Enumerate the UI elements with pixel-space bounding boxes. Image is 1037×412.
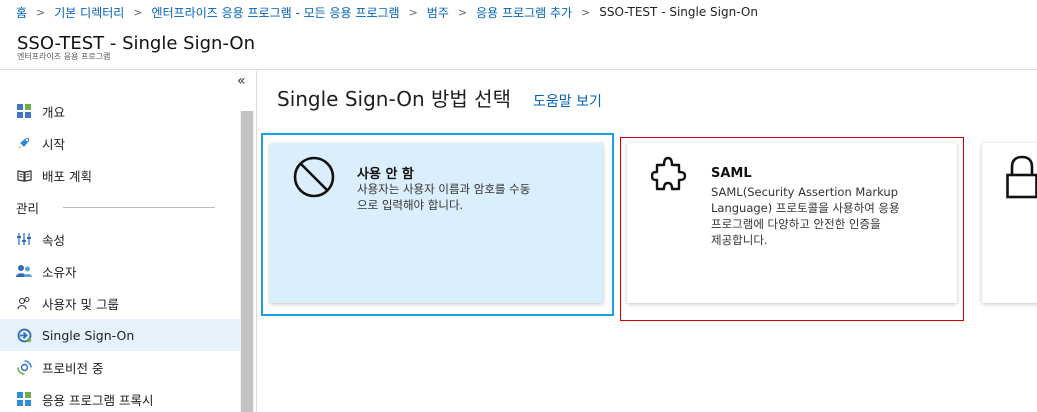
breadcrumb-categories[interactable]: 범주 bbox=[427, 4, 449, 21]
breadcrumb-add-app[interactable]: 응용 프로그램 추가 bbox=[476, 4, 572, 21]
main-title-row: Single Sign-On 방법 선택 도움말 보기 bbox=[277, 83, 602, 112]
book-icon bbox=[16, 167, 32, 183]
sidebar-item-properties[interactable]: 속성 bbox=[0, 223, 240, 255]
sidebar-item-label: Single Sign-On bbox=[42, 327, 135, 343]
breadcrumb: 홈 > 기본 디렉터리 > 엔터프라이즈 응용 프로그램 - 모든 응용 프로그… bbox=[0, 0, 1037, 24]
card-saml-description: SAML(Security Assertion Markup Language)… bbox=[711, 184, 900, 248]
lock-icon bbox=[1006, 155, 1037, 203]
properties-icon bbox=[16, 231, 32, 247]
main-title: Single Sign-On 방법 선택 bbox=[277, 87, 511, 111]
main-content: Single Sign-On 방법 선택 도움말 보기 사용 안 함 사용자는 … bbox=[258, 71, 1037, 412]
owners-icon bbox=[16, 263, 32, 279]
breadcrumb-separator: > bbox=[133, 5, 143, 19]
sidebar-item-single-sign-on[interactable]: Single Sign-On bbox=[0, 319, 240, 351]
sidebar-item-label: 프로비전 중 bbox=[42, 360, 104, 376]
card-description-line: 프로그램에 다양하고 안전한 인증을 bbox=[711, 217, 881, 231]
breadcrumb-directory[interactable]: 기본 디렉터리 bbox=[54, 4, 124, 21]
sidebar-item-label: 응용 프로그램 프록시 bbox=[42, 392, 154, 408]
rocket-icon bbox=[16, 135, 32, 151]
sidebar-item-provisioning[interactable]: 프로비전 중 bbox=[0, 351, 240, 383]
blade-header: SSO-TEST - Single Sign-On 엔터프라이즈 응용 프로그램 bbox=[0, 25, 1037, 70]
sidebar-item-label: 개요 bbox=[42, 104, 66, 120]
sidebar-item-label: 소유자 bbox=[42, 264, 77, 280]
users-icon bbox=[16, 295, 32, 311]
breadcrumb-separator: > bbox=[581, 5, 591, 19]
grid-icon bbox=[16, 103, 32, 119]
sidebar-item-label: 사용자 및 그룹 bbox=[42, 296, 119, 312]
card-description-line: Language) 프로토콜을 사용하여 응용 bbox=[711, 201, 900, 215]
breadcrumb-separator: > bbox=[408, 5, 418, 19]
sidebar-item-overview[interactable]: 개요 bbox=[0, 95, 240, 127]
sidebar-nav: 개요 시작 배포 계획 관리 속성 소유자 사용자 및 그룹 Single Si… bbox=[0, 95, 240, 412]
puzzle-icon bbox=[650, 156, 687, 200]
card-disabled[interactable]: 사용 안 함 사용자는 사용자 이름과 암호를 수동 으로 입력해야 합니다. bbox=[270, 143, 603, 303]
sidebar-item-quickstart[interactable]: 시작 bbox=[0, 127, 240, 159]
card-description-line: 으로 입력해야 합니다. bbox=[357, 198, 464, 212]
breadcrumb-home[interactable]: 홈 bbox=[16, 4, 27, 21]
provisioning-icon bbox=[16, 359, 32, 375]
breadcrumb-separator: > bbox=[36, 5, 46, 19]
sidebar-item-app-proxy[interactable]: 응용 프로그램 프록시 bbox=[0, 383, 240, 412]
sidebar-item-deployment-plan[interactable]: 배포 계획 bbox=[0, 159, 240, 191]
card-disabled-description: 사용자는 사용자 이름과 암호를 수동 으로 입력해야 합니다. bbox=[357, 181, 530, 213]
help-link[interactable]: 도움말 보기 bbox=[533, 91, 602, 111]
sso-icon bbox=[16, 327, 32, 343]
sidebar-item-label: 배포 계획 bbox=[42, 168, 92, 184]
app-proxy-icon bbox=[16, 391, 32, 407]
card-disabled-title: 사용 안 함 bbox=[357, 167, 414, 182]
sidebar-scrollbar[interactable] bbox=[240, 111, 254, 412]
sidebar: « 개요 시작 배포 계획 관리 속성 소유자 사용자 및 그룹 Single … bbox=[0, 71, 257, 412]
card-description-line: SAML(Security Assertion Markup bbox=[711, 185, 899, 199]
sidebar-item-owners[interactable]: 소유자 bbox=[0, 255, 240, 287]
sidebar-scrollbar-thumb[interactable] bbox=[241, 111, 253, 412]
collapse-sidebar-button[interactable]: « bbox=[237, 73, 246, 89]
disabled-icon bbox=[292, 155, 336, 203]
breadcrumb-current: SSO-TEST - Single Sign-On bbox=[599, 5, 758, 19]
card-description-line: 제공합니다. bbox=[711, 233, 768, 247]
breadcrumb-enterprise-apps[interactable]: 엔터프라이즈 응용 프로그램 - 모든 응용 프로그램 bbox=[152, 4, 400, 21]
sidebar-item-label: 시작 bbox=[42, 136, 66, 152]
card-saml[interactable]: SAML SAML(Security Assertion Markup Lang… bbox=[627, 143, 957, 303]
breadcrumb-separator: > bbox=[457, 5, 468, 19]
card-description-line: 사용자는 사용자 이름과 암호를 수동 bbox=[357, 182, 531, 196]
sidebar-item-users-groups[interactable]: 사용자 및 그룹 bbox=[0, 287, 240, 319]
sidebar-item-label: 속성 bbox=[42, 232, 66, 248]
card-password[interactable] bbox=[982, 143, 1037, 303]
card-saml-title: SAML bbox=[711, 166, 752, 181]
sidebar-section-manage: 관리 bbox=[0, 191, 240, 223]
